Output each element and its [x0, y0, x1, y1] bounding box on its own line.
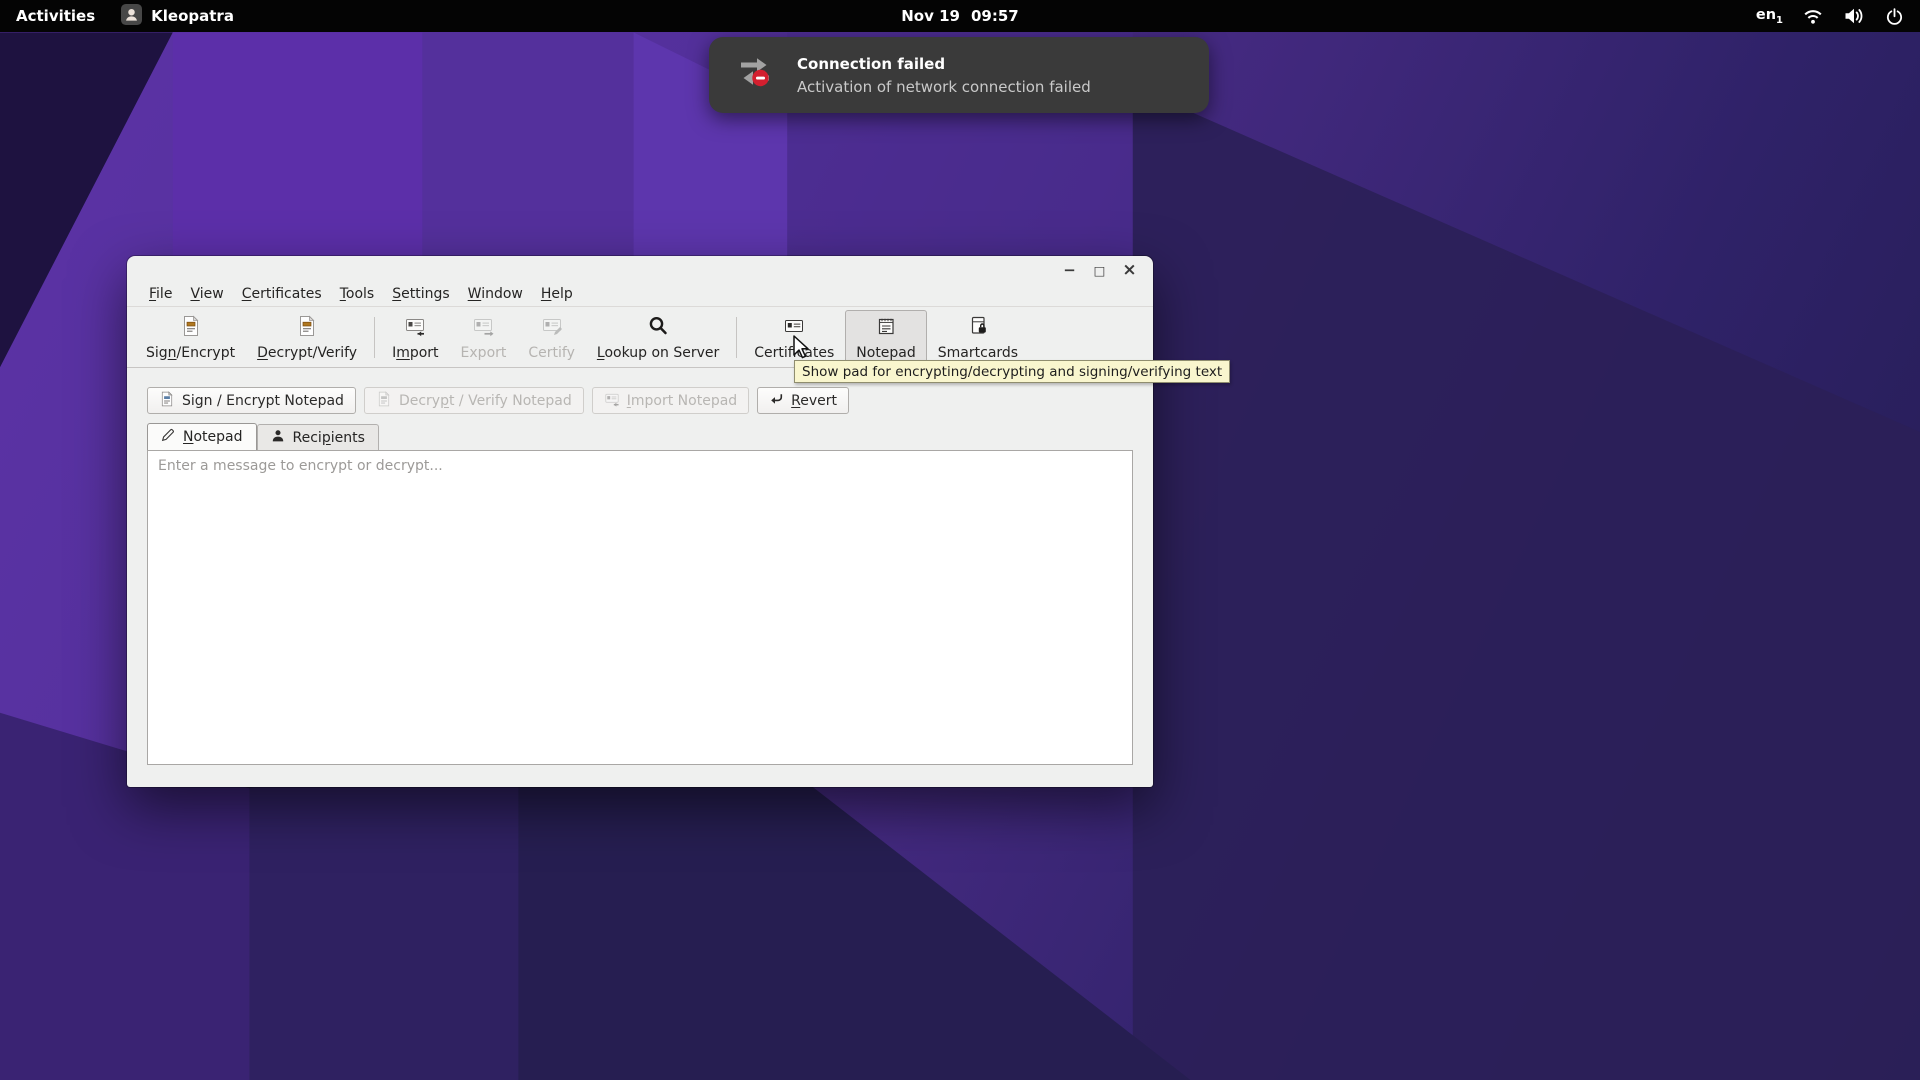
toolbar-smartcards[interactable]: Smartcards	[927, 310, 1029, 365]
window-titlebar[interactable]: − □ ×	[127, 256, 1153, 282]
menu-window[interactable]: Window	[459, 286, 532, 302]
mouse-cursor	[791, 334, 813, 368]
focused-app-name: Kleopatra	[151, 7, 234, 25]
power-icon[interactable]	[1885, 7, 1904, 26]
toolbar-notepad[interactable]: Notepad	[845, 310, 927, 365]
menu-file[interactable]: File	[140, 286, 181, 302]
main-toolbar: Sign/Encrypt Decrypt/Verify Import Expor…	[127, 307, 1153, 368]
tab-notepad[interactable]: Notepad	[147, 423, 257, 450]
close-button[interactable]: ×	[1119, 260, 1140, 280]
notepad-tabs: Notepad Recipients	[147, 423, 1133, 450]
system-status-area: en1	[1756, 7, 1920, 26]
toolbar-certify[interactable]: Certify	[517, 310, 586, 365]
import-icon-small	[604, 391, 620, 411]
toolbar-separator	[736, 317, 737, 358]
undo-arrow-icon	[769, 391, 784, 410]
smartcard-icon	[967, 315, 989, 341]
tab-recipients[interactable]: Recipients	[257, 424, 379, 450]
toolbar-import[interactable]: Import	[381, 310, 449, 365]
maximize-button[interactable]: □	[1089, 260, 1110, 280]
pencil-icon	[161, 428, 175, 446]
notification-body: Activation of network connection failed	[797, 78, 1091, 96]
notification-toast[interactable]: Connection failed Activation of network …	[709, 37, 1209, 113]
toolbar-decrypt-verify[interactable]: Decrypt/Verify	[246, 310, 368, 365]
toolbar-sign-encrypt[interactable]: Sign/Encrypt	[135, 310, 246, 365]
wifi-icon[interactable]	[1802, 7, 1824, 25]
person-icon	[271, 429, 285, 447]
revert-button[interactable]: Revert	[757, 387, 849, 414]
keyboard-layout-indicator[interactable]: en1	[1756, 7, 1783, 26]
focused-app-menu[interactable]: Kleopatra	[121, 4, 234, 29]
document-verify-icon	[296, 315, 318, 341]
network-offline-icon	[733, 51, 777, 99]
decrypt-verify-notepad-button[interactable]: Decrypt / Verify Notepad	[364, 387, 584, 414]
kleopatra-app-icon	[121, 4, 142, 29]
document-sign-icon-small	[159, 391, 175, 411]
notepad-tooltip: Show pad for encrypting/decrypting and s…	[794, 360, 1230, 383]
toolbar-separator	[374, 317, 375, 358]
clock-button[interactable]: Nov 19 09:57	[901, 7, 1018, 25]
minimize-button[interactable]: −	[1059, 260, 1080, 280]
menu-settings[interactable]: Settings	[383, 286, 458, 302]
document-sign-icon	[180, 315, 202, 341]
toolbar-lookup-on-server[interactable]: Lookup on Server	[586, 310, 730, 365]
certificate-import-icon	[404, 315, 426, 341]
menu-view[interactable]: View	[181, 286, 232, 302]
notepad-editor[interactable]	[147, 450, 1133, 765]
gnome-top-bar: Activities Kleopatra Nov 19 09:57 en1	[0, 0, 1920, 32]
toolbar-export[interactable]: Export	[450, 310, 518, 365]
menu-help[interactable]: Help	[532, 286, 582, 302]
notification-text: Connection failed Activation of network …	[797, 55, 1091, 96]
notepad-view: Sign / Encrypt Notepad Decrypt / Verify …	[127, 368, 1153, 765]
document-verify-icon-small	[376, 391, 392, 411]
notepad-icon	[875, 315, 897, 341]
import-notepad-button[interactable]: Import Notepad	[592, 387, 749, 414]
certificate-certify-icon	[541, 315, 563, 341]
clock-date: Nov 19	[901, 7, 960, 25]
menu-bar: File View Certificates Tools Settings Wi…	[127, 282, 1153, 307]
sign-encrypt-notepad-button[interactable]: Sign / Encrypt Notepad	[147, 387, 356, 414]
menu-tools[interactable]: Tools	[331, 286, 384, 302]
volume-icon[interactable]	[1843, 7, 1866, 25]
window-controls: − □ ×	[1059, 260, 1140, 280]
kleopatra-window: − □ × File View Certificates Tools Setti…	[127, 256, 1153, 787]
clock-time: 09:57	[971, 7, 1019, 25]
notepad-actions: Sign / Encrypt Notepad Decrypt / Verify …	[147, 387, 1133, 414]
menu-certificates[interactable]: Certificates	[233, 286, 331, 302]
notepad-textarea[interactable]	[148, 451, 1132, 764]
activities-button[interactable]: Activities	[0, 7, 113, 25]
certificate-export-icon	[472, 315, 494, 341]
notification-title: Connection failed	[797, 55, 1091, 73]
search-icon	[647, 315, 669, 341]
